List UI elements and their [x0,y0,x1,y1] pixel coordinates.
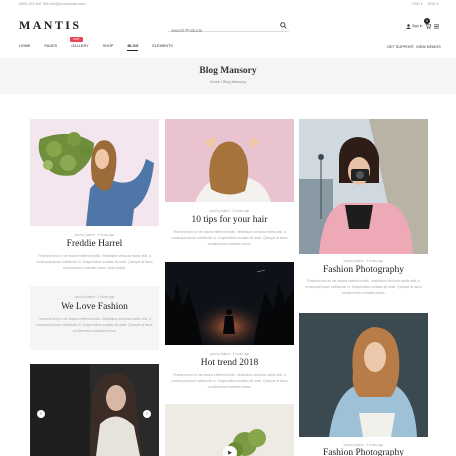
search-input[interactable] [171,24,271,37]
post-image [30,119,159,226]
post-image [165,262,294,345]
signin-link[interactable]: Sign in [412,24,422,28]
post-card[interactable]: post by Admin · 3 hours ago Fashion Phot… [299,313,428,456]
post-gallery-slider [30,364,159,456]
currency-selector[interactable]: ENG ▾ [428,2,439,6]
post-title[interactable]: Fashion Photography [299,448,428,456]
breadcrumb: Home / Blog Mansory [209,80,247,84]
contact-info: (800) 123 456 789 info@yourdomain.com [19,2,86,6]
post-excerpt: Praesent sed ex vel mauris eleifend moll… [171,373,288,389]
post-excerpt: Praesent sed ex vel mauris eleifend moll… [171,230,288,246]
post-excerpt: Praesent sed ex vel mauris eleifend moll… [305,279,422,295]
post-image [165,119,294,202]
user-icon[interactable] [406,24,411,29]
post-card[interactable]: post by Admin · 3 hours ago Freddie Harr… [30,119,159,284]
post-card[interactable]: ▶ [165,404,294,456]
post-meta: post by Admin · 3 hours ago [343,443,384,447]
post-card[interactable]: post by Admin · 3 hours ago Hot trend 20… [165,262,294,392]
nav-gallery-label: Gallery [71,44,89,48]
top-bar: (800) 123 456 789 info@yourdomain.com US… [0,0,456,11]
slider-prev-button[interactable]: ‹ [37,410,45,418]
post-title[interactable]: Fashion Photography [299,265,428,275]
nav-blog[interactable]: Blog [127,44,138,51]
nav-gallery[interactable]: Hot Gallery [70,37,89,48]
post-excerpt: Praesent sed ex vel mauris eleifend moll… [36,317,153,333]
main-nav: Home Pages Hot Gallery Shop Blog Element… [19,37,187,51]
post-title[interactable]: 10 tips for your hair [165,215,294,225]
page-title: Blog Mansory [199,66,257,76]
page-banner: Blog Mansory Home / Blog Mansory [0,58,456,94]
post-title[interactable]: Freddie Harrel [30,239,159,249]
search-icon[interactable] [280,22,287,29]
post-meta: post by Admin · 3 hours ago [74,233,115,237]
play-icon[interactable]: ▶ [223,446,237,456]
post-image [299,313,428,437]
cart-count-badge: 0 [424,18,430,24]
post-meta: post by Admin · 3 hours ago [74,295,115,299]
post-image [299,119,428,254]
post-card[interactable]: ‹ › [30,364,159,456]
nav-elements[interactable]: Elements [152,44,172,48]
post-title[interactable]: We Love Fashion [30,302,159,312]
post-title[interactable]: Hot trend 2018 [165,358,294,368]
menu-icon[interactable] [434,24,439,29]
slider-next-button[interactable]: › [143,410,151,418]
language-selector[interactable]: USD ▾ [412,2,422,6]
post-card[interactable]: post by Admin · 3 hours ago Fashion Phot… [299,119,428,299]
post-meta: post by Admin · 3 hours ago [343,259,384,263]
post-card[interactable]: post by Admin · 3 hours ago We Love Fash… [30,286,159,350]
nav-home[interactable]: Home [19,44,30,48]
get-support-link[interactable]: Get Support [387,45,414,49]
post-excerpt: Praesent sed ex vel mauris eleifend moll… [36,254,153,270]
nav-shop[interactable]: Shop [103,44,114,48]
search-bar [168,19,289,37]
post-meta: post by Admin · 3 hours ago [209,352,250,356]
view-demos-link[interactable]: View Demos [416,45,441,49]
hot-badge: Hot [70,37,83,42]
post-card[interactable]: post by Admin · 3 hours ago 10 tips for … [165,119,294,249]
post-meta: post by Admin · 3 hours ago [209,209,250,213]
site-logo[interactable]: MANTIS [19,18,81,33]
nav-pages[interactable]: Pages [44,44,57,48]
